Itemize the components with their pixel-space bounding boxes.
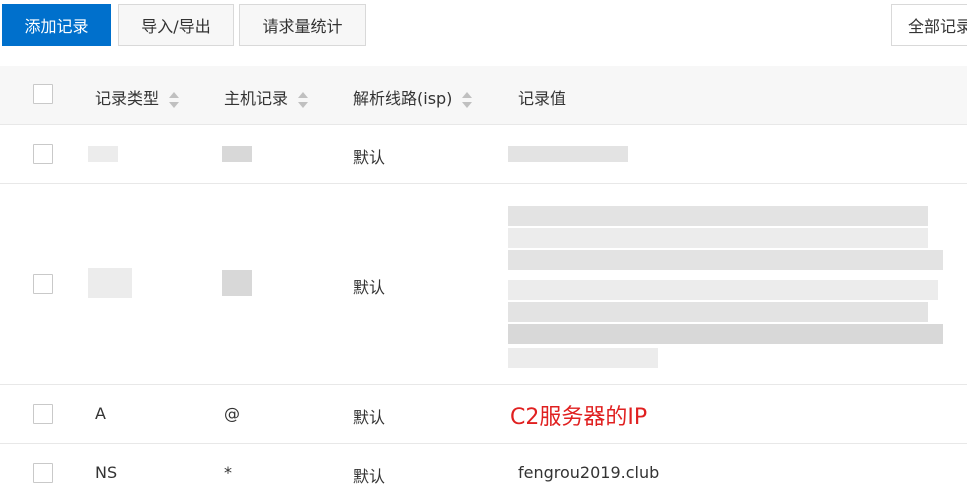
header-host-record-label: 主机记录 (224, 89, 289, 108)
resolution-line-cell: 默认 (353, 278, 386, 297)
redacted-host-record (222, 270, 252, 296)
row-checkbox[interactable] (33, 144, 53, 164)
table-row: 默认 (0, 125, 967, 184)
redacted-record-value (508, 324, 943, 344)
redacted-record-value (508, 280, 938, 300)
toolbar: 添加记录 导入/导出 请求量统计 全部记录 (0, 0, 967, 52)
header-host-record[interactable]: 主机记录 (224, 85, 309, 109)
resolution-line-cell: 默认 (353, 408, 386, 427)
row-checkbox[interactable] (33, 463, 53, 483)
host-record-cell: @ (224, 404, 240, 423)
record-value-cell: fengrou2019.club (518, 463, 660, 482)
record-type-cell: A (95, 404, 106, 423)
table-row: A @ 默认 C2服务器的IP (0, 385, 967, 444)
record-type-cell: NS (95, 463, 118, 482)
table-row: 默认 (0, 184, 967, 385)
sort-icon[interactable] (169, 91, 180, 109)
redacted-record-value (508, 348, 658, 368)
redacted-host-record (222, 146, 252, 162)
table-row: NS * 默认 fengrou2019.club (0, 444, 967, 502)
header-record-type-label: 记录类型 (95, 89, 160, 108)
header-record-value: 记录值 (518, 89, 567, 108)
dns-records-table: 记录类型 主机记录 解析线路(isp) 记录值 默认 默认 A @ 默认 C2服… (0, 66, 967, 502)
redacted-record-value (508, 250, 943, 270)
header-resolution-line-label: 解析线路(isp) (353, 89, 453, 108)
resolution-line-cell: 默认 (353, 148, 386, 167)
c2-annotation: C2服务器的IP (510, 405, 648, 430)
table-header: 记录类型 主机记录 解析线路(isp) 记录值 (0, 66, 967, 125)
redacted-record-value (508, 146, 628, 162)
row-checkbox[interactable] (33, 274, 53, 294)
import-export-button[interactable]: 导入/导出 (118, 4, 234, 46)
row-checkbox[interactable] (33, 404, 53, 424)
redacted-record-type (88, 146, 118, 162)
sort-icon[interactable] (462, 91, 473, 109)
select-all-checkbox[interactable] (33, 84, 53, 104)
header-resolution-line[interactable]: 解析线路(isp) (353, 85, 473, 109)
resolution-line-cell: 默认 (353, 467, 386, 486)
redacted-record-value (508, 206, 928, 226)
add-record-button[interactable]: 添加记录 (2, 4, 111, 46)
host-record-cell: * (224, 463, 232, 482)
header-record-type[interactable]: 记录类型 (95, 85, 180, 109)
request-stats-button[interactable]: 请求量统计 (239, 4, 366, 46)
sort-icon[interactable] (298, 91, 309, 109)
redacted-record-value (508, 302, 928, 322)
redacted-record-value (508, 228, 928, 248)
redacted-record-type (88, 268, 132, 298)
record-filter-dropdown[interactable]: 全部记录 (891, 4, 967, 46)
